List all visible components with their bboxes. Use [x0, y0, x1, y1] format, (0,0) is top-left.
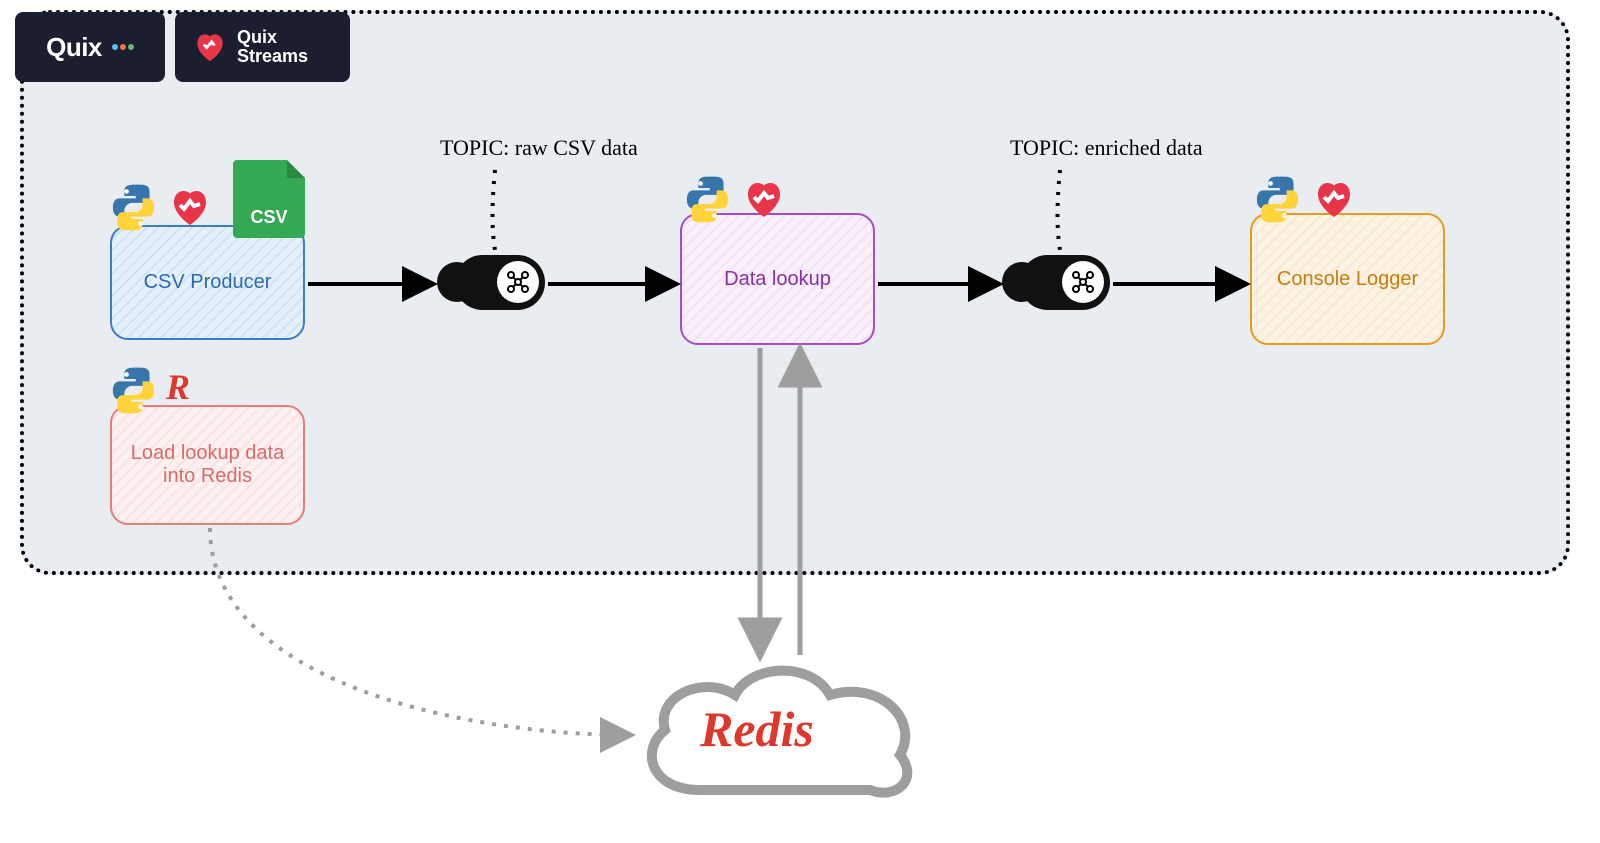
- redis-r-icon: R: [166, 366, 190, 408]
- python-icon: [106, 180, 161, 235]
- python-icon: [680, 172, 735, 227]
- csv-producer-node: CSV Producer: [110, 225, 305, 340]
- quix-logo-text: Quix: [46, 32, 102, 63]
- kafka-topic-icon-raw: [455, 255, 545, 310]
- console-logger-label: Console Logger: [1277, 268, 1418, 291]
- console-logger-node: Console Logger: [1250, 213, 1445, 345]
- topic-label-enriched: TOPIC: enriched data: [1010, 135, 1203, 161]
- quix-logo-dots: [112, 44, 134, 50]
- load-lookup-label: Load lookup data into Redis: [122, 442, 293, 488]
- kafka-network-icon: [497, 261, 539, 303]
- kafka-network-icon: [1062, 261, 1104, 303]
- quix-streams-text: Quix Streams: [237, 28, 308, 66]
- python-icon: [1250, 172, 1305, 227]
- kafka-topic-icon-enriched: [1020, 255, 1110, 310]
- data-lookup-node: Data lookup: [680, 213, 875, 345]
- csv-producer-label: CSV Producer: [144, 271, 272, 294]
- topic-label-raw-csv: TOPIC: raw CSV data: [440, 135, 638, 161]
- quix-streams-logo: Quix Streams: [175, 12, 350, 82]
- quix-heart-icon: [740, 175, 788, 223]
- quix-heart-icon: [166, 183, 214, 231]
- python-icon: [106, 363, 161, 418]
- quix-heart-icon: [1310, 175, 1358, 223]
- redis-logo-text: Redis: [700, 700, 814, 758]
- quix-streams-heart-icon: [191, 28, 229, 66]
- load-lookup-redis-node: Load lookup data into Redis: [110, 405, 305, 525]
- csv-file-icon: CSV: [233, 160, 305, 238]
- data-lookup-label: Data lookup: [724, 268, 831, 291]
- quix-logo: Quix: [15, 12, 165, 82]
